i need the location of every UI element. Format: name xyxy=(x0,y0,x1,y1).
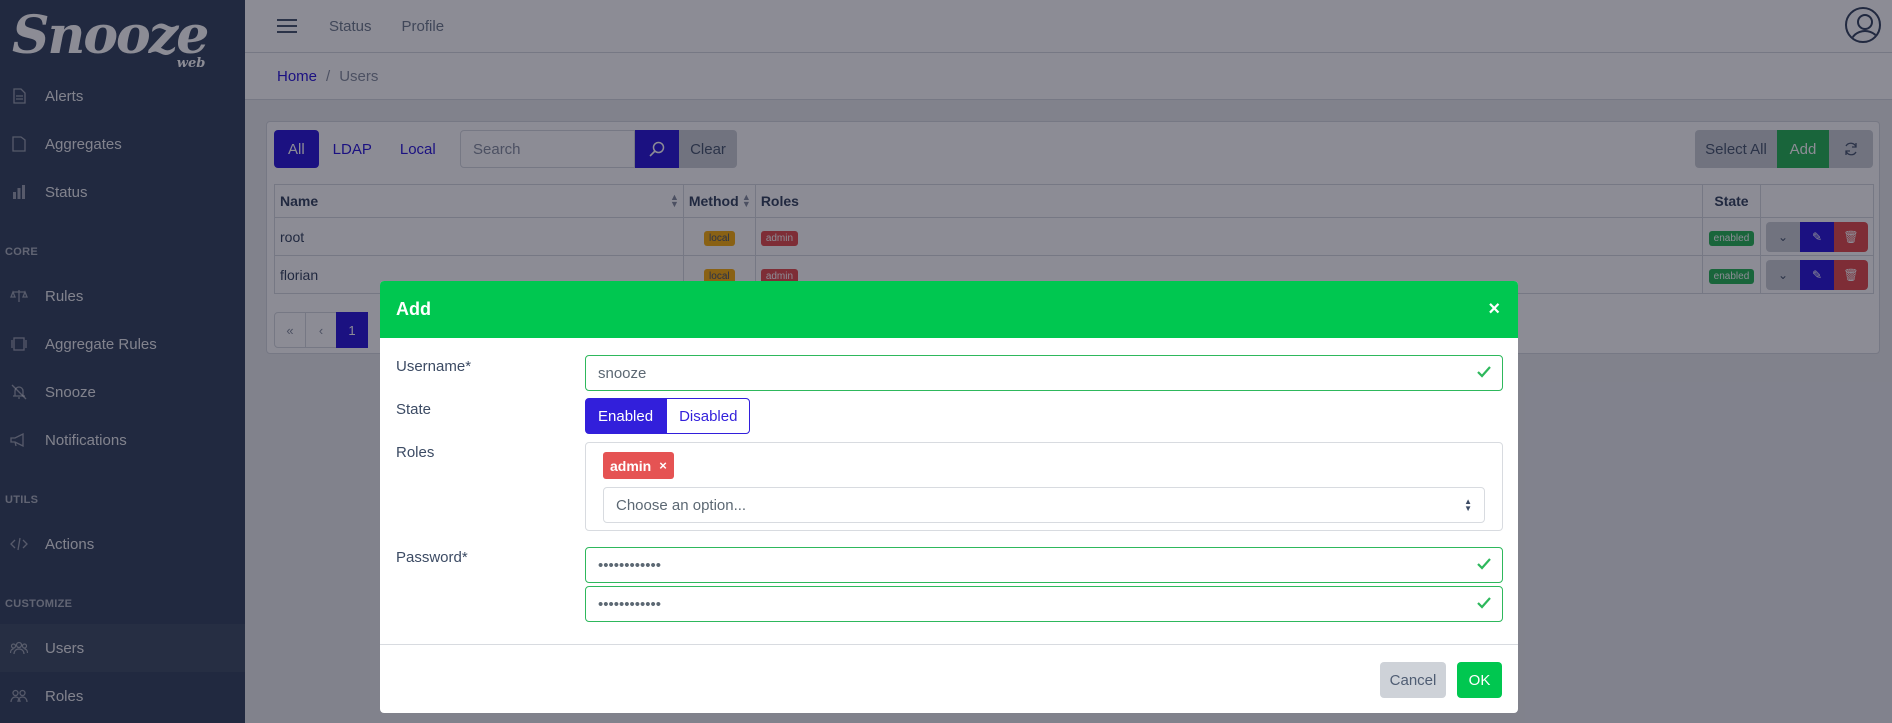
state-toggle: Enabled Disabled xyxy=(585,398,751,434)
state-disabled-button[interactable]: Disabled xyxy=(666,398,751,434)
close-icon[interactable]: × xyxy=(1488,298,1500,321)
username-value: snooze xyxy=(598,364,647,382)
ok-button[interactable]: OK xyxy=(1457,662,1502,698)
state-enabled-button[interactable]: Enabled xyxy=(585,398,667,434)
check-icon xyxy=(1477,558,1491,570)
roles-field: admin × Choose an option... ▲ ▼ xyxy=(585,442,1503,531)
password-label: Password* xyxy=(396,549,468,566)
cancel-button[interactable]: Cancel xyxy=(1380,662,1446,698)
roles-label: Roles xyxy=(396,444,435,461)
password-value: •••••••••••• xyxy=(598,556,662,574)
roles-select-placeholder: Choose an option... xyxy=(616,496,747,514)
password-field[interactable]: •••••••••••• xyxy=(585,547,1503,583)
role-tag-label: admin xyxy=(610,457,652,474)
modal-footer: Cancel OK xyxy=(380,644,1518,713)
add-user-modal: Add × Username* snooze State Enabled Dis… xyxy=(380,281,1518,713)
remove-role-icon[interactable]: × xyxy=(659,458,667,473)
username-field[interactable]: snooze xyxy=(585,355,1503,391)
select-caret-icon: ▲ ▼ xyxy=(1464,497,1472,513)
check-icon xyxy=(1477,597,1491,609)
username-label: Username* xyxy=(396,358,472,375)
password-confirm-value: •••••••••••• xyxy=(598,595,662,613)
password-confirm-field[interactable]: •••••••••••• xyxy=(585,586,1503,622)
state-label: State xyxy=(396,401,432,418)
modal-header: Add × xyxy=(380,281,1518,338)
role-tag: admin × xyxy=(603,452,674,479)
roles-select[interactable]: Choose an option... ▲ ▼ xyxy=(603,487,1485,523)
modal-title: Add xyxy=(396,299,431,319)
check-icon xyxy=(1477,366,1491,378)
